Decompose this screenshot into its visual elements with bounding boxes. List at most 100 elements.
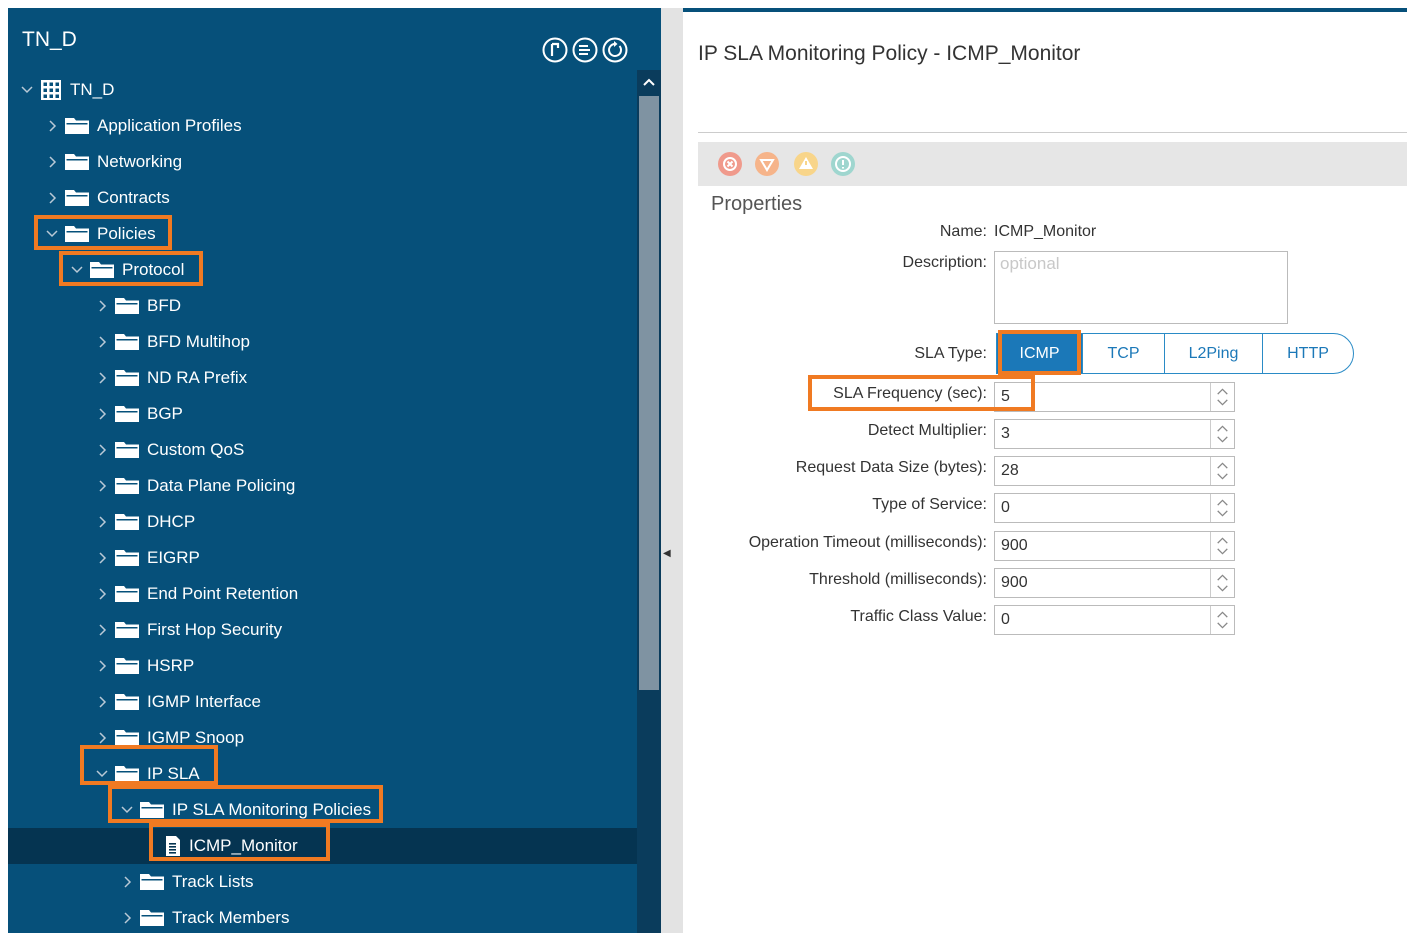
chevron-right-icon[interactable] bbox=[95, 623, 109, 637]
stepper-icon[interactable] bbox=[1210, 569, 1234, 597]
request-data-size-bytes-label: Request Data Size (bytes): bbox=[795, 459, 987, 476]
chevron-right-icon[interactable] bbox=[120, 911, 134, 925]
major-fault-icon[interactable] bbox=[753, 150, 781, 178]
tree-item-label: BFD bbox=[147, 296, 181, 315]
folder-icon bbox=[115, 406, 139, 422]
sla-type-l2ping-button[interactable]: L2Ping bbox=[1165, 334, 1263, 373]
chevron-right-icon[interactable] bbox=[95, 407, 109, 421]
tree-item-label: BGP bbox=[147, 404, 183, 423]
title-divider bbox=[698, 132, 1407, 133]
highlight-icmp-button bbox=[998, 330, 1081, 375]
chevron-right-icon[interactable] bbox=[95, 587, 109, 601]
highlight-icmp-monitor bbox=[149, 823, 330, 861]
folder-icon bbox=[65, 118, 89, 134]
tree-item-custom-qos[interactable]: Custom QoS bbox=[8, 432, 637, 468]
input-value: 900 bbox=[1001, 537, 1028, 554]
tree-item-track-lists[interactable]: Track Lists bbox=[8, 864, 637, 900]
chevron-right-icon[interactable] bbox=[95, 515, 109, 529]
traffic-class-value-input[interactable]: 0 bbox=[994, 605, 1235, 635]
tree-item-end-point-retention[interactable]: End Point Retention bbox=[8, 576, 637, 612]
detect-multiplier-input[interactable]: 3 bbox=[994, 419, 1235, 449]
properties-heading: Properties bbox=[711, 193, 803, 215]
chevron-right-icon[interactable] bbox=[95, 551, 109, 565]
folder-icon bbox=[115, 658, 139, 674]
stepper-icon[interactable] bbox=[1210, 494, 1234, 522]
stepper-icon[interactable] bbox=[1210, 532, 1234, 560]
warning-fault-icon[interactable] bbox=[829, 150, 857, 178]
chevron-right-icon[interactable] bbox=[95, 479, 109, 493]
input-value: 3 bbox=[1001, 425, 1010, 442]
tree-item-bgp[interactable]: BGP bbox=[8, 396, 637, 432]
chevron-right-icon[interactable] bbox=[95, 695, 109, 709]
chevron-right-icon[interactable] bbox=[95, 443, 109, 457]
tree-item-contracts[interactable]: Contracts bbox=[8, 180, 637, 216]
tree-item-track-members[interactable]: Track Members bbox=[8, 900, 637, 933]
chevron-right-icon[interactable] bbox=[45, 119, 59, 133]
operation-timeout-milliseconds-input[interactable]: 900 bbox=[994, 531, 1235, 561]
tree-item-label: Data Plane Policing bbox=[147, 476, 296, 495]
type-of-service-input[interactable]: 0 bbox=[994, 493, 1235, 523]
name-value: ICMP_Monitor bbox=[994, 223, 1097, 240]
sla-type-tcp-button[interactable]: TCP bbox=[1083, 334, 1165, 373]
quick-start-icon[interactable] bbox=[541, 36, 569, 64]
stepper-icon[interactable] bbox=[1210, 606, 1234, 634]
collapse-left-icon[interactable]: ◀ bbox=[663, 548, 671, 559]
tree-item-label: Networking bbox=[97, 152, 183, 171]
pane-collapse-handle[interactable]: ◀ bbox=[661, 8, 683, 933]
folder-icon bbox=[65, 190, 89, 206]
tree-item-tn-d[interactable]: TN_D bbox=[8, 72, 637, 108]
tree-item-label: Contracts bbox=[97, 188, 170, 207]
sla-type-http-button[interactable]: HTTP bbox=[1263, 334, 1353, 373]
tree-item-eigrp[interactable]: EIGRP bbox=[8, 540, 637, 576]
folder-icon bbox=[115, 694, 139, 710]
tree-item-networking[interactable]: Networking bbox=[8, 144, 637, 180]
tree-item-label: End Point Retention bbox=[147, 584, 299, 603]
threshold-milliseconds-input[interactable]: 900 bbox=[994, 568, 1235, 598]
folder-icon bbox=[115, 586, 139, 602]
stepper-icon[interactable] bbox=[1210, 420, 1234, 448]
request-data-size-bytes-input[interactable]: 28 bbox=[994, 456, 1235, 486]
tree-item-igmp-interface[interactable]: IGMP Interface bbox=[8, 684, 637, 720]
chevron-right-icon[interactable] bbox=[95, 335, 109, 349]
input-value: 900 bbox=[1001, 574, 1028, 591]
folder-icon bbox=[115, 370, 139, 386]
input-value: 0 bbox=[1001, 499, 1010, 516]
scroll-up-icon[interactable] bbox=[637, 70, 661, 94]
description-field[interactable]: optional bbox=[994, 251, 1288, 324]
chevron-right-icon[interactable] bbox=[95, 371, 109, 385]
folder-icon bbox=[115, 622, 139, 638]
tree-item-nd-ra-prefix[interactable]: ND RA Prefix bbox=[8, 360, 637, 396]
folder-icon bbox=[115, 514, 139, 530]
scrollbar-thumb[interactable] bbox=[639, 96, 659, 690]
list-view-icon[interactable] bbox=[571, 36, 599, 64]
tree-item-bfd[interactable]: BFD bbox=[8, 288, 637, 324]
page-title: IP SLA Monitoring Policy - ICMP_Monitor bbox=[698, 42, 1081, 65]
tree-item-dhcp[interactable]: DHCP bbox=[8, 504, 637, 540]
tree-item-label: DHCP bbox=[147, 512, 196, 531]
highlight-policies bbox=[34, 215, 172, 250]
chevron-right-icon[interactable] bbox=[120, 875, 134, 889]
tree-item-label: TN_D bbox=[70, 80, 115, 99]
tree-item-hsrp[interactable]: HSRP bbox=[8, 648, 637, 684]
tree-scrollbar[interactable] bbox=[637, 70, 661, 933]
highlight-ip-sla bbox=[80, 745, 218, 785]
stepper-icon[interactable] bbox=[1210, 383, 1234, 411]
content-top-border bbox=[683, 8, 1407, 12]
tree-item-data-plane-policing[interactable]: Data Plane Policing bbox=[8, 468, 637, 504]
tenant-title: TN_D bbox=[22, 28, 77, 51]
critical-fault-icon[interactable] bbox=[716, 150, 744, 178]
stepper-icon[interactable] bbox=[1210, 457, 1234, 485]
chevron-right-icon[interactable] bbox=[95, 731, 109, 745]
refresh-icon[interactable] bbox=[601, 36, 629, 64]
tree-item-first-hop-security[interactable]: First Hop Security bbox=[8, 612, 637, 648]
tree-item-bfd-multihop[interactable]: BFD Multihop bbox=[8, 324, 637, 360]
tree-item-application-profiles[interactable]: Application Profiles bbox=[8, 108, 637, 144]
chevron-right-icon[interactable] bbox=[95, 299, 109, 313]
chevron-down-icon[interactable] bbox=[20, 83, 34, 97]
type-of-service-label: Type of Service: bbox=[872, 496, 987, 513]
chevron-right-icon[interactable] bbox=[45, 155, 59, 169]
selection-marker bbox=[0, 816, 6, 852]
minor-fault-icon[interactable] bbox=[792, 150, 820, 178]
chevron-right-icon[interactable] bbox=[95, 659, 109, 673]
chevron-right-icon[interactable] bbox=[45, 191, 59, 205]
